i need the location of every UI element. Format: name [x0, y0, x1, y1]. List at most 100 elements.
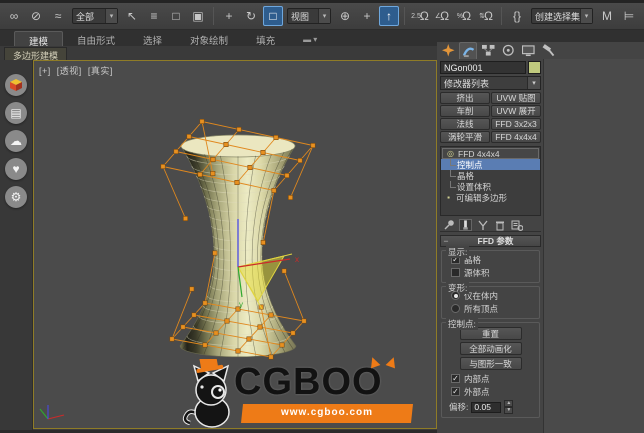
- chevron-down-icon: ▾: [580, 9, 592, 23]
- object-color-swatch[interactable]: [528, 61, 541, 74]
- command-panel-empty-column: [543, 59, 644, 433]
- make-unique-icon[interactable]: [476, 219, 489, 231]
- modifier-shortcut-grid: 挤出UVW 贴图车削UVW 展开法线FFD 3x2x3涡轮平滑FFD 4x4x4: [440, 92, 541, 143]
- favorites-heart-icon[interactable]: ♥: [5, 158, 27, 180]
- percent-snap-toggle-icon[interactable]: %Ω: [454, 6, 474, 26]
- object-icon: ▪: [444, 193, 453, 202]
- perspective-viewport[interactable]: xy [+] [透视] [真实] CGBOO www.cgboo.com: [33, 60, 437, 429]
- tab-display[interactable]: [519, 42, 537, 59]
- stack-item[interactable]: 控制点: [441, 159, 540, 170]
- offset-spinner[interactable]: ▲▼: [504, 400, 513, 414]
- select-and-link-icon[interactable]: ∞: [4, 6, 24, 26]
- select-object-icon[interactable]: ↖: [122, 6, 142, 26]
- remove-modifier-icon[interactable]: [493, 219, 506, 231]
- control-points-group-label: 控制点:: [446, 318, 478, 330]
- radio-icon: [451, 304, 460, 313]
- object-name-field[interactable]: NGon001: [440, 61, 526, 74]
- unlink-selection-icon[interactable]: ⊘: [26, 6, 46, 26]
- chevron-down-icon: ▾: [318, 9, 330, 23]
- reference-coordinate-dropdown[interactable]: 视图▾: [287, 8, 331, 24]
- modifier-button[interactable]: 法线: [440, 118, 490, 130]
- bind-to-space-warp-icon[interactable]: ≈: [48, 6, 68, 26]
- deform-radio[interactable]: 所有顶点: [451, 302, 536, 315]
- use-pivot-point-center-icon[interactable]: ⊕: [335, 6, 355, 26]
- snap-toggle-2_5d-icon[interactable]: 2.5Ω: [410, 6, 430, 26]
- command-panel-tabs: [439, 42, 557, 59]
- keyboard-shortcut-override-icon[interactable]: ↑: [379, 6, 399, 26]
- tab-create[interactable]: [439, 42, 457, 59]
- ribbon-tab-1[interactable]: 建模: [14, 31, 63, 46]
- tab-polygon-modeling[interactable]: 多边形建模: [4, 47, 67, 61]
- select-and-move-icon[interactable]: +: [219, 6, 239, 26]
- main-toolbar: ∞⊘≈全部▾↖≡□▣+↻□视图▾⊕+↑2.5Ω∠Ω%Ω⇅Ω{}创建选择集▾M⊨▥…: [0, 3, 644, 30]
- cloud-icon[interactable]: ☁: [5, 130, 27, 152]
- control-points-button[interactable]: 与图形一致: [460, 357, 522, 370]
- offset-value-field[interactable]: 0.05: [471, 402, 501, 413]
- cgboo-watermark: CGBOO www.cgboo.com: [182, 359, 422, 429]
- modifier-button[interactable]: UVW 贴图: [491, 92, 541, 104]
- tab-utilities[interactable]: [539, 42, 557, 59]
- mirror-icon[interactable]: M: [597, 6, 617, 26]
- configure-modifier-sets-icon[interactable]: [510, 219, 523, 231]
- control-points-checkbox[interactable]: ✓外部点: [451, 385, 536, 398]
- ribbon-tab-2[interactable]: 自由形式: [63, 31, 129, 46]
- 3dsmax-window: ∞⊘≈全部▾↖≡□▣+↻□视图▾⊕+↑2.5Ω∠Ω%Ω⇅Ω{}创建选择集▾M⊨▥…: [0, 0, 644, 433]
- spinner-snap-toggle-icon[interactable]: ⇅Ω: [476, 6, 496, 26]
- settings-gear-icon[interactable]: ⚙: [5, 186, 27, 208]
- viewport-shading-label[interactable]: [真实]: [88, 66, 113, 76]
- modify-panel-column: NGon001 修改器列表 ▾ 挤出UVW 贴图车削UVW 展开法线FFD 3x…: [440, 61, 541, 433]
- select-and-rotate-icon[interactable]: ↻: [241, 6, 261, 26]
- edit-named-selection-sets-icon[interactable]: {}: [507, 6, 527, 26]
- stack-item[interactable]: 晶格: [441, 170, 540, 181]
- modifier-button[interactable]: FFD 3x2x3: [491, 118, 541, 130]
- control-points-button[interactable]: 全部动画化: [460, 342, 522, 355]
- tab-motion[interactable]: [499, 42, 517, 59]
- selection-filter-dropdown[interactable]: 全部▾: [72, 8, 118, 24]
- svg-text:x: x: [295, 255, 299, 264]
- watermark-url: www.cgboo.com: [242, 407, 412, 418]
- window-crossing-toggle-icon[interactable]: ▣: [188, 6, 208, 26]
- ribbon-minimize-icon[interactable]: ▬ ▾: [299, 33, 321, 46]
- tab-hierarchy[interactable]: [479, 42, 497, 59]
- viewport-menu-plus[interactable]: [+]: [39, 66, 51, 76]
- command-panel: NGon001 修改器列表 ▾ 挤出UVW 贴图车削UVW 展开法线FFD 3x…: [437, 42, 644, 433]
- chevron-down-icon: ▾: [105, 9, 117, 23]
- pin-stack-icon[interactable]: [442, 219, 455, 231]
- modifier-stack: ◎FFD 4x4x4控制点晶格设置体积▪可编辑多边形: [440, 146, 541, 216]
- stack-item[interactable]: ▪可编辑多边形: [441, 192, 540, 203]
- control-points-checkbox[interactable]: ✓内部点: [451, 372, 536, 385]
- display-checkbox[interactable]: 源体积: [451, 266, 536, 279]
- select-and-manipulate-icon[interactable]: +: [357, 6, 377, 26]
- viewport-pov-label[interactable]: [透视]: [57, 66, 82, 76]
- modifier-button[interactable]: 涡轮平滑: [440, 131, 490, 143]
- align-icon[interactable]: ⊨: [619, 6, 639, 26]
- watermark-title: CGBOO: [234, 361, 383, 404]
- reference-coordinate-dropdown-value: 视图: [288, 10, 318, 23]
- ribbon-tab-3[interactable]: 选择: [129, 31, 176, 46]
- watermark-cat-icon: [182, 359, 240, 429]
- tab-modify[interactable]: [459, 42, 477, 59]
- rectangular-selection-region-icon[interactable]: □: [166, 6, 186, 26]
- modifier-button[interactable]: 车削: [440, 105, 490, 117]
- show-end-result-icon[interactable]: [459, 219, 472, 231]
- ribbon-tab-4[interactable]: 对象绘制: [176, 31, 242, 46]
- modifier-button[interactable]: 挤出: [440, 92, 490, 104]
- modifier-button[interactable]: FFD 4x4x4: [491, 131, 541, 143]
- world-axis-tripod: [40, 405, 64, 419]
- stack-item[interactable]: ◎FFD 4x4x4: [442, 148, 539, 159]
- select-and-scale-icon[interactable]: □: [263, 6, 283, 26]
- cgboo-cube-icon[interactable]: [5, 74, 27, 96]
- select-by-name-icon[interactable]: ≡: [144, 6, 164, 26]
- ribbon-tab-5[interactable]: 填充: [242, 31, 289, 46]
- stack-item[interactable]: 设置体积: [441, 181, 540, 192]
- viewport-label: [+] [透视] [真实]: [39, 64, 116, 77]
- option-label: 源体积: [464, 267, 490, 279]
- named-selection-sets-dropdown[interactable]: 创建选择集▾: [531, 8, 593, 24]
- offset-row: 偏移: 0.05 ▲▼: [449, 400, 536, 414]
- offset-label: 偏移:: [449, 401, 468, 413]
- document-icon[interactable]: ▤: [5, 102, 27, 124]
- modifier-button[interactable]: UVW 展开: [491, 105, 541, 117]
- deform-group: 变形: 仅在体内所有顶点: [441, 286, 540, 319]
- modifier-list-dropdown[interactable]: 修改器列表 ▾: [440, 76, 541, 90]
- angle-snap-toggle-icon[interactable]: ∠Ω: [432, 6, 452, 26]
